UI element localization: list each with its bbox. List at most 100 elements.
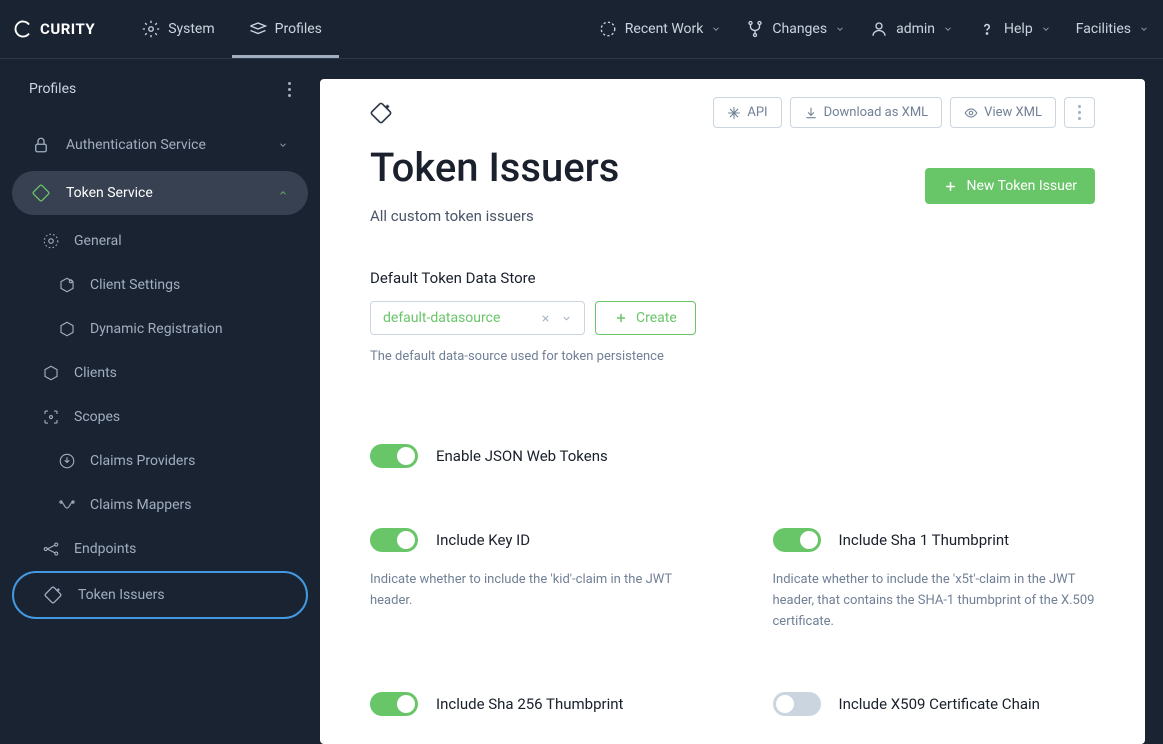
sidebar-general-label: General	[74, 233, 122, 249]
scan-icon	[42, 408, 60, 426]
ds-select-value: default-datasource	[383, 310, 500, 326]
snowflake-icon	[727, 106, 741, 120]
main-topbar: API Download as XML View XML	[370, 97, 1095, 128]
sidebar-item-endpoints[interactable]: Endpoints	[12, 527, 308, 571]
toggle-columns: Include Key ID Indicate whether to inclu…	[370, 528, 1095, 632]
action-buttons: API Download as XML View XML	[713, 97, 1095, 128]
ds-select-row: default-datasource Create	[370, 301, 1095, 335]
brand-text: CURITY	[40, 20, 95, 38]
page-title: Token Issuers	[370, 144, 619, 191]
sidebar-title-text: Profiles	[29, 81, 76, 97]
lock-icon	[32, 136, 50, 154]
sidebar-item-dynamic-reg[interactable]: Dynamic Registration	[12, 307, 308, 351]
chevron-down-icon	[278, 140, 288, 150]
nav-facilities[interactable]: Facilities	[1076, 21, 1149, 37]
nav-facilities-label: Facilities	[1076, 21, 1131, 37]
kid-hint: Indicate whether to include the 'kid'-cl…	[370, 570, 693, 612]
sidebar-title: Profiles	[12, 73, 308, 105]
sidebar-item-auth[interactable]: Authentication Service	[12, 123, 308, 167]
sidebar-dr-label: Dynamic Registration	[90, 321, 223, 337]
gear-icon	[142, 20, 160, 38]
more-button[interactable]	[1064, 97, 1095, 128]
sidebar-item-token-issuers[interactable]: Token Issuers	[12, 571, 308, 619]
close-icon[interactable]	[540, 313, 551, 324]
pin-icon[interactable]	[370, 102, 392, 124]
nav-system[interactable]: System	[125, 0, 231, 58]
nav-help[interactable]: Help	[978, 20, 1051, 38]
sidebar-item-scopes[interactable]: Scopes	[12, 395, 308, 439]
new-btn-label: New Token Issuer	[966, 178, 1077, 194]
sha256-toggle[interactable]	[370, 692, 418, 716]
eye-icon	[964, 106, 978, 120]
refresh-icon	[599, 20, 617, 38]
api-label: API	[747, 105, 767, 120]
sidebar-item-claims-providers[interactable]: Claims Providers	[12, 439, 308, 483]
layers-icon	[249, 20, 267, 38]
sidebar: Profiles Authentication Service Token Se…	[0, 59, 320, 744]
new-token-issuer-button[interactable]: New Token Issuer	[925, 168, 1095, 204]
x509-toggle[interactable]	[773, 692, 821, 716]
sha256-column: Include Sha 256 Thumbprint	[370, 692, 693, 716]
topnav: System Profiles	[125, 0, 339, 58]
content-wrap: Profiles Authentication Service Token Se…	[0, 59, 1163, 744]
sidebar-item-claims-mappers[interactable]: Claims Mappers	[12, 483, 308, 527]
nav-admin-label: admin	[896, 21, 935, 37]
chevron-down-icon	[1041, 24, 1051, 34]
nav-admin[interactable]: admin	[870, 20, 953, 38]
sidebar-ti-label: Token Issuers	[78, 587, 165, 603]
page-subtitle: All custom token issuers	[370, 207, 619, 225]
kebab-icon	[1078, 105, 1081, 120]
sidebar-cs-label: Client Settings	[90, 277, 180, 293]
chevron-down-icon	[711, 24, 721, 34]
create-button[interactable]: Create	[595, 301, 696, 335]
sidebar-token-label: Token Service	[66, 185, 153, 201]
api-button[interactable]: API	[713, 97, 781, 128]
x509-column: Include X509 Certificate Chain	[773, 692, 1096, 716]
nav-system-label: System	[168, 21, 214, 37]
ds-hint: The default data-source used for token p…	[370, 349, 1095, 364]
nav-profiles[interactable]: Profiles	[232, 0, 339, 58]
sha1-label: Include Sha 1 Thumbprint	[839, 531, 1010, 549]
toggle-columns-2: Include Sha 256 Thumbprint Include X509 …	[370, 692, 1095, 716]
sidebar-item-general[interactable]: General	[12, 219, 308, 263]
box-icon	[58, 320, 76, 338]
token-plus-icon	[44, 586, 62, 604]
sha256-label: Include Sha 256 Thumbprint	[436, 695, 623, 713]
chevron-down-icon[interactable]	[561, 313, 572, 324]
chevron-down-icon	[835, 24, 845, 34]
kid-label: Include Key ID	[436, 531, 530, 549]
view-xml-button[interactable]: View XML	[950, 97, 1056, 128]
jwt-toggle-row: Enable JSON Web Tokens	[370, 444, 1095, 468]
plus-icon	[943, 179, 958, 194]
sidebar-ep-label: Endpoints	[74, 541, 136, 557]
kid-column: Include Key ID Indicate whether to inclu…	[370, 528, 693, 632]
nav-help-label: Help	[1004, 21, 1033, 37]
plus-icon	[614, 311, 628, 325]
kebab-icon[interactable]	[288, 82, 291, 97]
nav-changes-label: Changes	[772, 21, 827, 37]
sha1-toggle[interactable]	[773, 528, 821, 552]
nav-changes[interactable]: Changes	[746, 20, 845, 38]
branch-icon	[746, 20, 764, 38]
jwt-label: Enable JSON Web Tokens	[436, 447, 608, 465]
sha1-column: Include Sha 1 Thumbprint Indicate whethe…	[773, 528, 1096, 632]
ds-select[interactable]: default-datasource	[370, 301, 585, 335]
sidebar-item-client-settings[interactable]: Client Settings	[12, 263, 308, 307]
sidebar-item-token-service[interactable]: Token Service	[12, 171, 308, 215]
nav-recent-work[interactable]: Recent Work	[599, 20, 722, 38]
nav-profiles-label: Profiles	[275, 21, 322, 37]
kid-toggle[interactable]	[370, 528, 418, 552]
user-icon	[870, 20, 888, 38]
title-row: Token Issuers All custom token issuers N…	[370, 138, 1095, 225]
gear-icon	[42, 232, 60, 250]
datastore-section: Default Token Data Store default-datasou…	[370, 269, 1095, 364]
download-label: Download as XML	[824, 105, 929, 120]
jwt-toggle[interactable]	[370, 444, 418, 468]
sha1-hint: Indicate whether to include the 'x5t'-cl…	[773, 570, 1096, 632]
ds-label: Default Token Data Store	[370, 269, 1095, 287]
download-icon	[804, 106, 818, 120]
download-button[interactable]: Download as XML	[790, 97, 943, 128]
chevron-down-icon	[943, 24, 953, 34]
sidebar-item-clients[interactable]: Clients	[12, 351, 308, 395]
nav-recent-label: Recent Work	[625, 21, 704, 37]
